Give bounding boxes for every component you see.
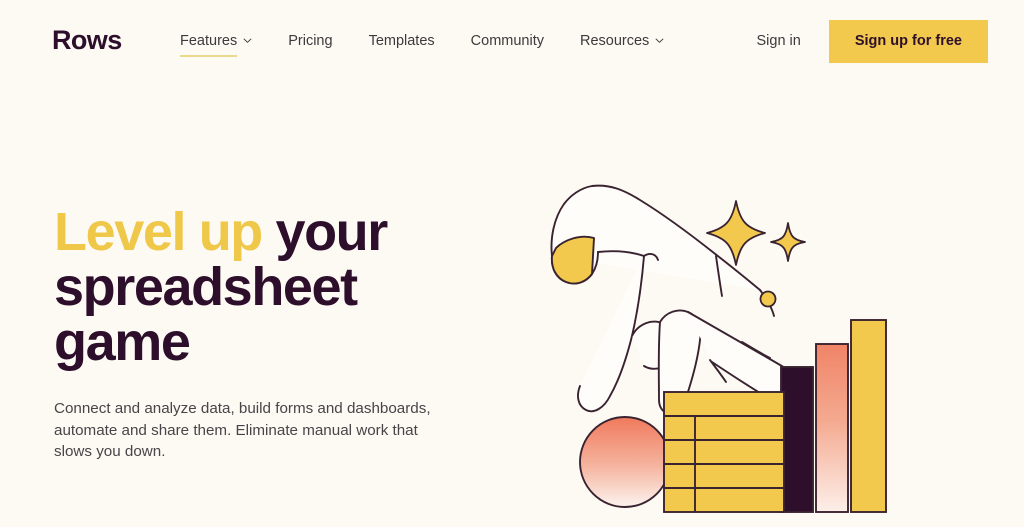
sign-in-link[interactable]: Sign in xyxy=(747,23,829,59)
nav-item-label: Community xyxy=(470,33,544,49)
chevron-down-icon xyxy=(243,36,252,45)
page-title: Level up your spreadsheet game xyxy=(54,202,484,370)
headline-highlight: Level up xyxy=(54,202,276,262)
brand-logo[interactable]: Rows xyxy=(52,27,122,54)
navbar: Rows Features Pricing Templates Communit… xyxy=(0,0,1024,85)
nav-item-features[interactable]: Features xyxy=(180,33,270,57)
nav-item-resources[interactable]: Resources xyxy=(562,33,682,49)
bar-dark xyxy=(780,366,814,513)
main-navigation: Features Pricing Templates Community Res… xyxy=(180,33,682,57)
gradient-circle xyxy=(579,416,671,508)
bar-yellow xyxy=(850,319,887,513)
sign-up-button[interactable]: Sign up for free xyxy=(828,20,988,63)
nav-item-label: Resources xyxy=(579,33,650,49)
auth-actions: Sign in Sign up for free xyxy=(747,20,988,63)
nav-item-label: Features xyxy=(180,33,238,57)
nav-item-templates[interactable]: Templates xyxy=(351,33,453,49)
nav-item-pricing[interactable]: Pricing xyxy=(270,33,350,49)
spreadsheet-grid xyxy=(663,391,785,513)
coin-icon xyxy=(759,290,777,308)
sparkle-small-icon xyxy=(770,222,806,262)
nav-item-label: Templates xyxy=(368,33,435,49)
bar-coral-gradient xyxy=(815,343,849,513)
chevron-down-icon xyxy=(655,36,664,45)
hero-subcopy: Connect and analyze data, build forms an… xyxy=(54,400,431,461)
hero-illustration xyxy=(520,160,940,527)
nav-item-label: Pricing xyxy=(288,33,333,49)
nav-item-community[interactable]: Community xyxy=(453,33,562,49)
hero-text-block: Level up your spreadsheet game Connect a… xyxy=(54,202,484,463)
